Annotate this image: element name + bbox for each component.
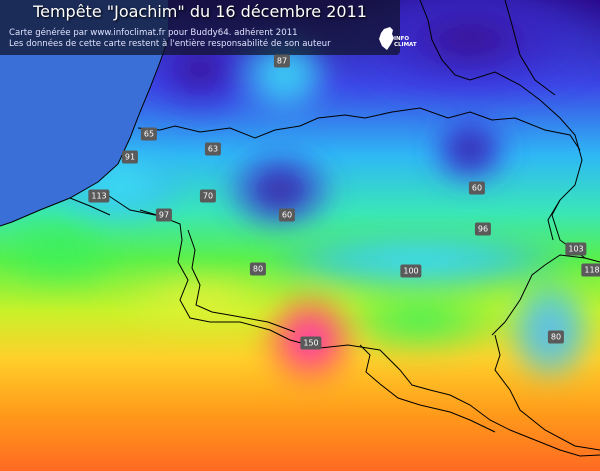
wind-label: 118 [581,263,600,277]
wind-label: 113 [88,189,110,203]
wind-label: 65 [140,127,158,141]
map-header: Tempête "Joachim" du 16 décembre 2011 Ca… [0,0,400,55]
wind-label: 63 [204,142,222,156]
infoclimat-logo: INFO CLIMAT [378,26,417,52]
wind-label: 150 [300,336,322,350]
credit-line-2: Les données de cette carte restent à l'e… [9,39,331,49]
map-title: Tempête "Joachim" du 16 décembre 2011 [33,2,367,21]
wind-label: 91 [121,150,139,164]
wind-label: 60 [468,181,486,195]
map-canvas [0,0,600,471]
wind-gust-map: Tempête "Joachim" du 16 décembre 2011 Ca… [0,0,600,471]
wind-label: 80 [547,330,565,344]
wind-label: 103 [565,242,587,256]
wind-label: 97 [155,208,173,222]
wind-label: 60 [278,208,296,222]
wind-label: 96 [474,222,492,236]
logo-text: INFO CLIMAT [394,36,417,48]
wind-label: 80 [249,262,267,276]
credit-line-1: Carte générée par www.infoclimat.fr pour… [9,28,298,38]
wind-label: 100 [400,264,422,278]
wind-label: 70 [199,189,217,203]
wind-label: 87 [273,54,291,68]
